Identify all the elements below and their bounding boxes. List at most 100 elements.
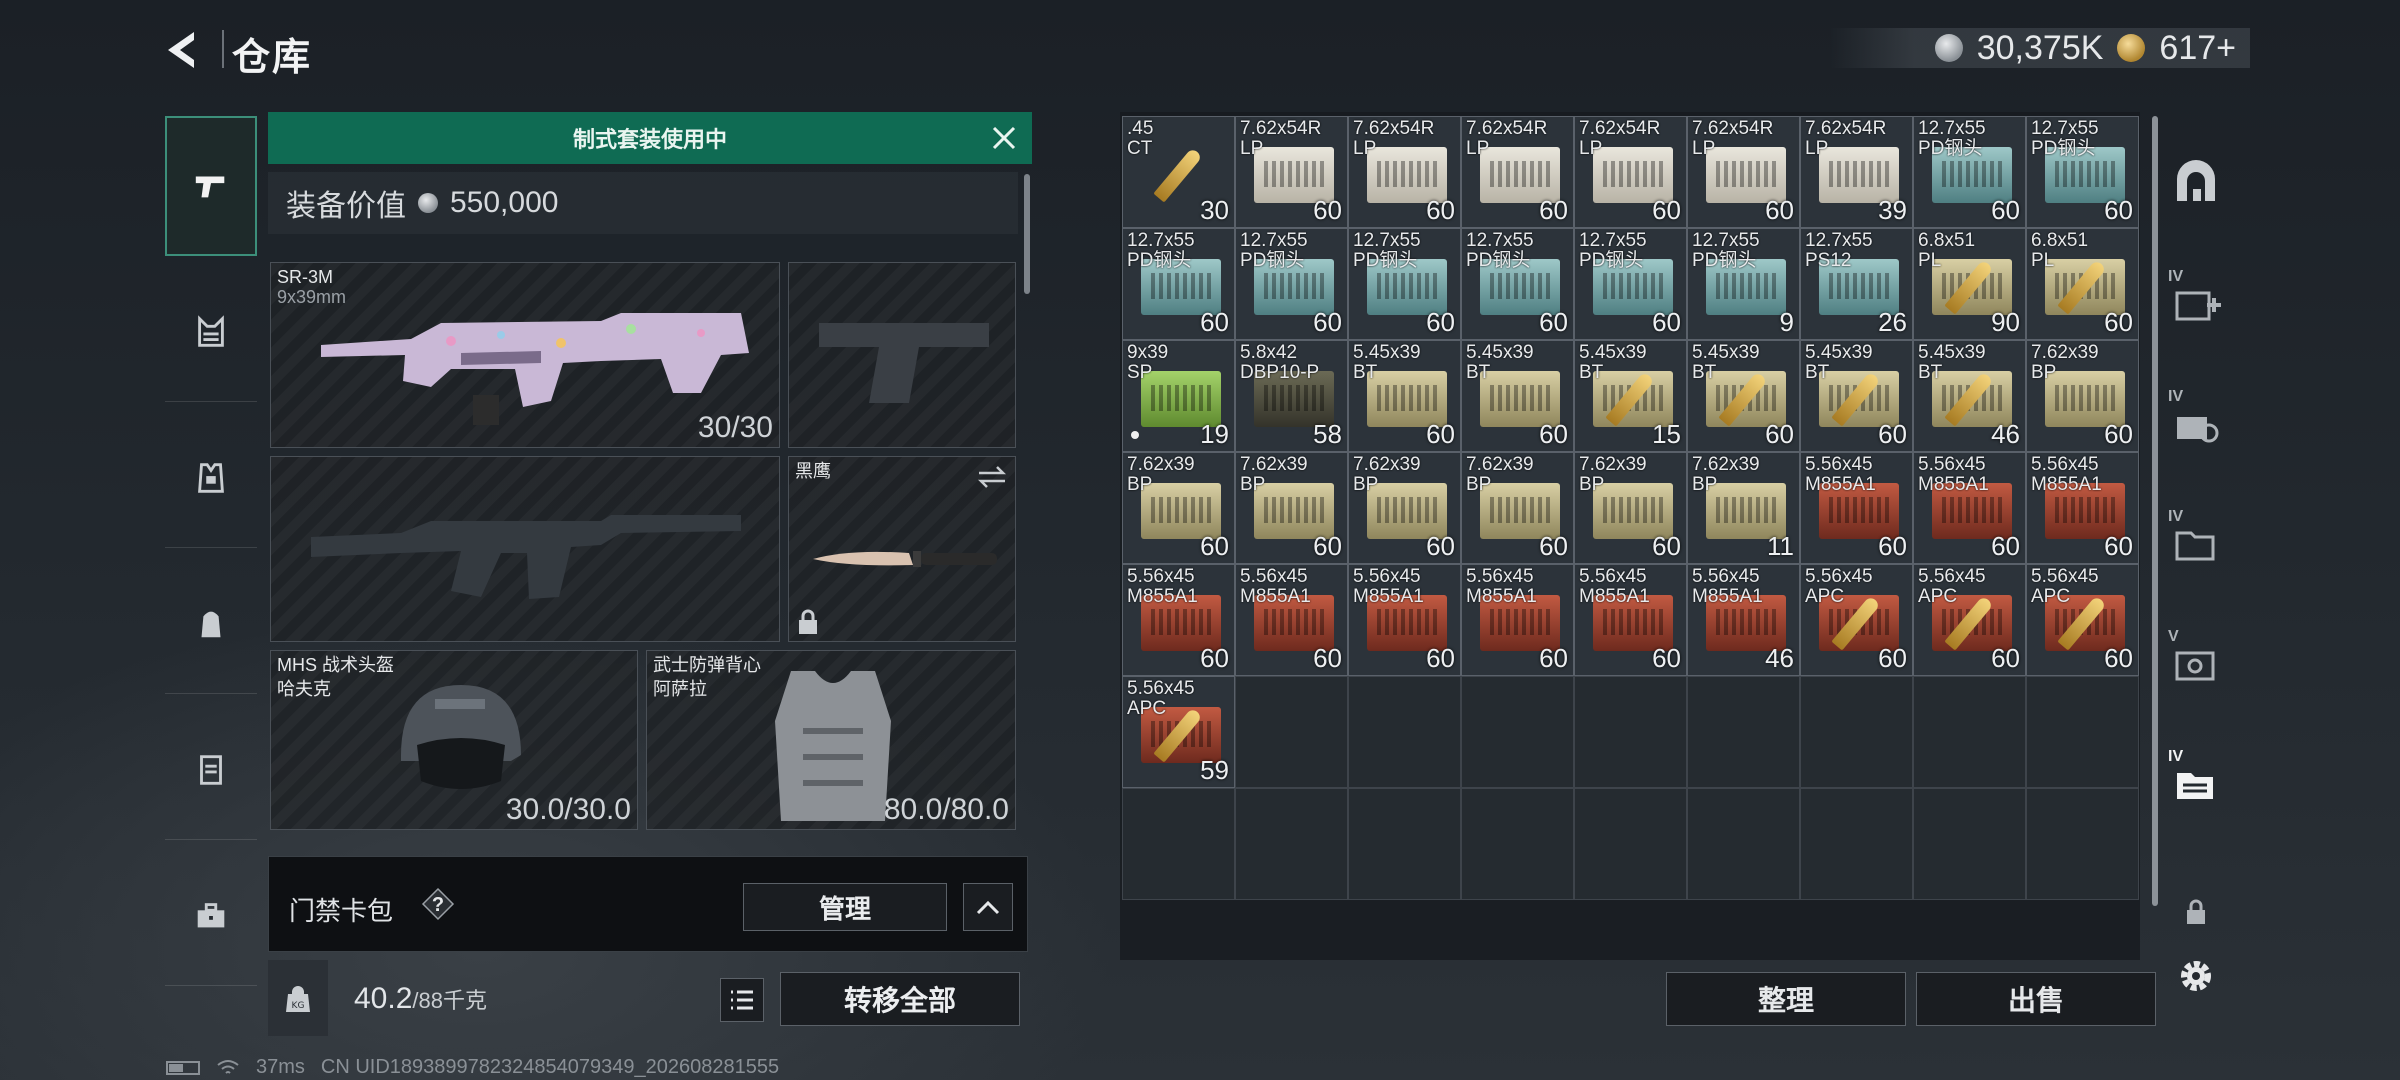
armor-slot[interactable]: 武士防弹背心 阿萨拉 80.0/80.0 xyxy=(646,650,1016,830)
item-quantity: 60 xyxy=(1652,307,1681,337)
empty-storage-cell[interactable] xyxy=(1800,676,1913,788)
storage-tab-safe[interactable]: V xyxy=(2160,612,2232,712)
storage-item[interactable]: 6.8x51 PL 90 xyxy=(1913,228,2026,340)
storage-tab-medical[interactable]: IV xyxy=(2160,252,2232,352)
item-quantity: 60 xyxy=(1313,307,1342,337)
storage-item[interactable]: 12.7x55 PD钢头 60 xyxy=(2026,116,2139,228)
storage-item[interactable]: 5.56x45 M855A1 60 xyxy=(1235,564,1348,676)
primary-weapon-slot[interactable]: SR-3M 9x39mm 30/30 xyxy=(270,262,780,448)
storage-item[interactable]: .45 CT 30 xyxy=(1122,116,1235,228)
storage-item[interactable]: 7.62x39 BP 60 xyxy=(2026,340,2139,452)
empty-storage-cell[interactable] xyxy=(1461,788,1574,900)
item-name: 5.56x45 M855A1 xyxy=(1240,566,1311,607)
storage-item[interactable]: 5.56x45 M855A1 60 xyxy=(1461,564,1574,676)
storage-item[interactable]: 5.45x39 BT 15 xyxy=(1574,340,1687,452)
storage-item[interactable]: 12.7x55 PD钢头 60 xyxy=(1461,228,1574,340)
rail-item-toolbox[interactable] xyxy=(165,846,257,986)
storage-item[interactable]: 12.7x55 PD钢头 60 xyxy=(1913,116,2026,228)
empty-storage-cell[interactable] xyxy=(1913,676,2026,788)
list-view-button[interactable] xyxy=(720,978,764,1022)
manage-button[interactable]: 管理 xyxy=(743,883,947,931)
empty-storage-cell[interactable] xyxy=(1235,788,1348,900)
storage-item[interactable]: 7.62x39 BP 60 xyxy=(1574,452,1687,564)
empty-storage-cell[interactable] xyxy=(1574,676,1687,788)
settings-button[interactable] xyxy=(2160,926,2232,1026)
storage-item[interactable]: 5.56x45 APC 60 xyxy=(1800,564,1913,676)
storage-item[interactable]: 5.45x39 BT 60 xyxy=(1687,340,1800,452)
storage-item[interactable]: 7.62x54R LP 60 xyxy=(1687,116,1800,228)
empty-storage-cell[interactable] xyxy=(1122,788,1235,900)
storage-item[interactable]: 5.45x39 BT 60 xyxy=(1800,340,1913,452)
storage-item[interactable]: 12.7x55 PD钢头 60 xyxy=(1235,228,1348,340)
storage-item[interactable]: 6.8x51 PL 60 xyxy=(2026,228,2139,340)
storage-scrollbar[interactable] xyxy=(2152,116,2158,906)
item-name: 5.45x39 BT xyxy=(1805,342,1873,383)
transfer-all-button[interactable]: 转移全部 xyxy=(780,972,1020,1026)
rail-item-armor[interactable] xyxy=(165,408,257,548)
chest-rig-icon xyxy=(198,314,224,347)
back-arrow-icon[interactable] xyxy=(160,26,208,74)
storage-item[interactable]: 12.7x55 PD钢头 60 xyxy=(1348,228,1461,340)
rail-item-backpack[interactable] xyxy=(165,554,257,694)
storage-item[interactable]: 12.7x55 PD钢头 60 xyxy=(1574,228,1687,340)
empty-storage-cell[interactable] xyxy=(1348,676,1461,788)
rail-item-weapons[interactable] xyxy=(165,116,257,256)
storage-tab-folder-b[interactable]: IV xyxy=(2160,732,2232,832)
sell-button[interactable]: 出售 xyxy=(1916,972,2156,1026)
storage-tab-main[interactable] xyxy=(2160,132,2232,232)
storage-item[interactable]: 5.56x45 M855A1 60 xyxy=(1122,564,1235,676)
empty-storage-cell[interactable] xyxy=(1461,676,1574,788)
storage-item[interactable]: 5.56x45 M855A1 60 xyxy=(1913,452,2026,564)
storage-item[interactable]: 7.62x54R LP 60 xyxy=(1235,116,1348,228)
storage-item[interactable]: 7.62x54R LP 39 xyxy=(1800,116,1913,228)
storage-item[interactable]: 7.62x39 BP 60 xyxy=(1348,452,1461,564)
storage-item[interactable]: 5.45x39 BT 46 xyxy=(1913,340,2026,452)
storage-item[interactable]: 5.8x42 DBP10-P 58 xyxy=(1235,340,1348,452)
storage-item[interactable]: 5.56x45 M855A1 60 xyxy=(1800,452,1913,564)
storage-item[interactable]: 5.56x45 APC 60 xyxy=(1913,564,2026,676)
empty-storage-cell[interactable] xyxy=(1913,788,2026,900)
sidearm-slot[interactable] xyxy=(788,262,1016,448)
empty-storage-cell[interactable] xyxy=(1687,676,1800,788)
storage-item[interactable]: 7.62x54R LP 60 xyxy=(1348,116,1461,228)
help-icon[interactable]: ? xyxy=(421,887,455,921)
storage-item[interactable]: 12.7x55 PS12 26 xyxy=(1800,228,1913,340)
loadout-scrollbar[interactable] xyxy=(1024,174,1030,294)
empty-storage-cell[interactable] xyxy=(2026,676,2139,788)
empty-storage-cell[interactable] xyxy=(1687,788,1800,900)
expand-button[interactable] xyxy=(963,883,1013,931)
empty-storage-cell[interactable] xyxy=(1574,788,1687,900)
swap-icon[interactable] xyxy=(977,465,1007,489)
helmet-slot[interactable]: MHS 战术头盔 哈夫克 30.0/30.0 xyxy=(270,650,638,830)
sort-button[interactable]: 整理 xyxy=(1666,972,1906,1026)
close-icon[interactable] xyxy=(986,120,1022,156)
empty-storage-cell[interactable] xyxy=(1800,788,1913,900)
storage-item[interactable]: 5.56x45 M855A1 46 xyxy=(1687,564,1800,676)
storage-item[interactable]: 9x39 SP 19 xyxy=(1122,340,1235,452)
secondary-weapon-slot[interactable] xyxy=(270,456,780,642)
melee-slot[interactable]: 黑鹰 xyxy=(788,456,1016,642)
storage-item[interactable]: 5.56x45 M855A1 60 xyxy=(2026,452,2139,564)
storage-tab-tools[interactable]: IV xyxy=(2160,372,2232,472)
empty-storage-cell[interactable] xyxy=(1235,676,1348,788)
storage-item[interactable]: 5.45x39 BT 60 xyxy=(1461,340,1574,452)
empty-storage-cell[interactable] xyxy=(1348,788,1461,900)
storage-item[interactable]: 7.62x39 BP 60 xyxy=(1461,452,1574,564)
storage-item[interactable]: 7.62x54R LP 60 xyxy=(1461,116,1574,228)
storage-item[interactable]: 12.7x55 PD钢头 60 xyxy=(1122,228,1235,340)
empty-storage-cell[interactable] xyxy=(2026,788,2139,900)
storage-item[interactable]: 7.62x39 BP 60 xyxy=(1235,452,1348,564)
storage-item[interactable]: 5.56x45 APC 60 xyxy=(2026,564,2139,676)
storage-item[interactable]: 7.62x39 BP 60 xyxy=(1122,452,1235,564)
storage-item[interactable]: 5.45x39 BT 60 xyxy=(1348,340,1461,452)
rail-item-rig[interactable] xyxy=(165,262,257,402)
storage-tab-folder-a[interactable]: IV xyxy=(2160,492,2232,592)
storage-item[interactable]: 5.56x45 M855A1 60 xyxy=(1348,564,1461,676)
storage-item[interactable]: 5.56x45 APC 59 xyxy=(1122,676,1235,788)
gold-amount[interactable]: 617+ xyxy=(2159,29,2236,68)
storage-item[interactable]: 5.56x45 M855A1 60 xyxy=(1574,564,1687,676)
storage-item[interactable]: 7.62x54R LP 60 xyxy=(1574,116,1687,228)
rail-item-case[interactable] xyxy=(165,700,257,840)
storage-item[interactable]: 7.62x39 BP 11 xyxy=(1687,452,1800,564)
storage-item[interactable]: 12.7x55 PD钢头 9 xyxy=(1687,228,1800,340)
